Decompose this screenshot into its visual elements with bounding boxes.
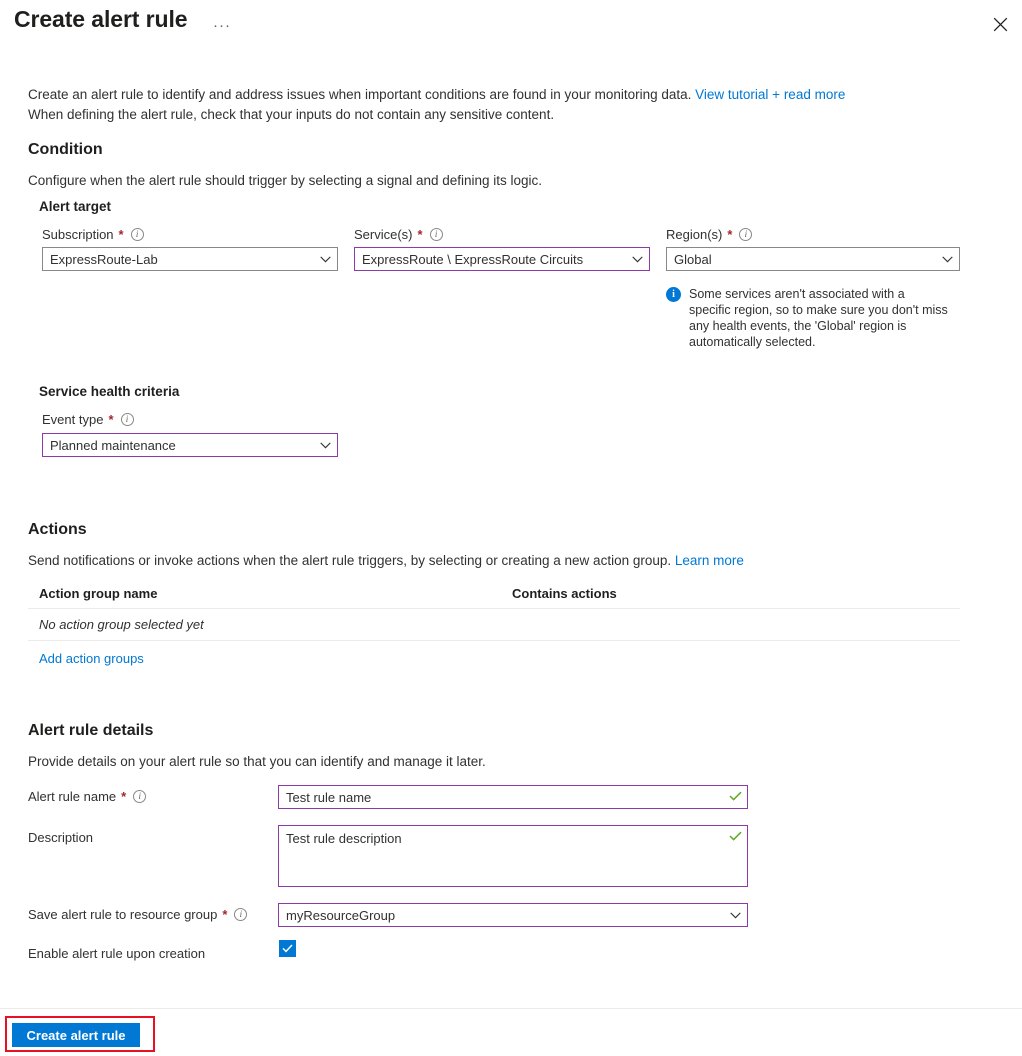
alert-rule-name-field: Test rule name [278, 785, 748, 809]
info-icon[interactable]: i [739, 228, 753, 241]
subscription-field: Subscription * i ExpressRoute-Lab [42, 227, 338, 271]
description-field: Test rule description [278, 825, 748, 887]
create-alert-rule-blade: Create alert rule ··· Create an alert ru… [0, 0, 1022, 1056]
chevron-down-icon [632, 256, 643, 263]
resource-group-dropdown[interactable]: myResourceGroup [278, 903, 748, 927]
regions-label: Region(s) * i [666, 227, 960, 242]
chevron-down-icon [942, 256, 953, 263]
services-value: ExpressRoute \ ExpressRoute Circuits [362, 251, 584, 267]
intro-text: Create an alert rule to identify and add… [28, 85, 988, 125]
resource-group-field: myResourceGroup [278, 903, 748, 927]
subscription-value: ExpressRoute-Lab [50, 251, 158, 267]
table-row: No action group selected yet [28, 608, 960, 641]
regions-field: Region(s) * i Global [666, 227, 960, 271]
page-title: Create alert rule [14, 6, 188, 32]
enable-alert-rule-label: Enable alert rule upon creation [28, 946, 206, 961]
required-asterisk: * [108, 412, 114, 427]
alert-rule-name-input[interactable]: Test rule name [278, 785, 748, 809]
subscription-label: Subscription * i [42, 227, 338, 242]
subscription-dropdown[interactable]: ExpressRoute-Lab [42, 247, 338, 271]
info-icon[interactable]: i [120, 413, 134, 426]
enable-alert-rule-checkbox[interactable] [279, 940, 296, 957]
blade-footer: Create alert rule [0, 1008, 1022, 1056]
blade-header: Create alert rule ··· [0, 0, 1022, 48]
table-header-row: Action group name Contains actions [28, 586, 960, 608]
alert-rule-details-heading: Alert rule details [28, 722, 154, 739]
chevron-down-icon [320, 442, 331, 449]
action-groups-table: Action group name Contains actions No ac… [28, 586, 960, 666]
condition-subtitle: Configure when the alert rule should tri… [28, 173, 543, 188]
info-circle-icon: i [666, 287, 681, 302]
region-info-callout: i Some services aren't associated with a… [666, 286, 948, 350]
check-icon [729, 831, 742, 841]
regions-value: Global [674, 251, 712, 267]
services-dropdown[interactable]: ExpressRoute \ ExpressRoute Circuits [354, 247, 650, 271]
alert-target-heading: Alert target [39, 199, 112, 214]
checkmark-icon [282, 944, 293, 953]
alert-rule-details-subtitle: Provide details on your alert rule so th… [28, 754, 486, 769]
info-icon[interactable]: i [133, 790, 147, 803]
column-header-contains-actions: Contains actions [512, 586, 617, 601]
learn-more-link[interactable]: Learn more [675, 553, 744, 568]
required-asterisk: * [417, 227, 423, 242]
chevron-down-icon [320, 256, 331, 263]
required-asterisk: * [222, 907, 228, 922]
column-header-action-group-name: Action group name [39, 586, 158, 601]
info-icon[interactable]: i [429, 228, 443, 241]
intro-line2: When defining the alert rule, check that… [28, 107, 555, 122]
intro-line1: Create an alert rule to identify and add… [28, 87, 696, 102]
condition-heading: Condition [28, 141, 103, 158]
resource-group-value: myResourceGroup [286, 907, 396, 923]
resource-group-label: Save alert rule to resource group * i [28, 907, 248, 922]
required-asterisk: * [727, 227, 733, 242]
create-alert-rule-button[interactable]: Create alert rule [12, 1023, 140, 1047]
actions-heading: Actions [28, 521, 87, 538]
description-label: Description [28, 830, 94, 845]
info-icon[interactable]: i [130, 228, 144, 241]
alert-rule-name-label: Alert rule name * i [28, 789, 147, 804]
description-textarea[interactable]: Test rule description [278, 825, 748, 887]
services-label: Service(s) * i [354, 227, 650, 242]
actions-subtitle-text: Send notifications or invoke actions whe… [28, 553, 675, 568]
close-icon [993, 17, 1008, 32]
event-type-label: Event type * i [42, 412, 338, 427]
info-icon[interactable]: i [234, 908, 248, 921]
add-action-groups-link[interactable]: Add action groups [39, 651, 960, 666]
event-type-dropdown[interactable]: Planned maintenance [42, 433, 338, 457]
chevron-down-icon [730, 912, 741, 919]
close-button[interactable] [984, 8, 1016, 40]
description-value: Test rule description [286, 831, 402, 846]
view-tutorial-link[interactable]: View tutorial + read more [695, 87, 845, 102]
event-type-value: Planned maintenance [50, 437, 176, 453]
regions-dropdown[interactable]: Global [666, 247, 960, 271]
event-type-field: Event type * i Planned maintenance [42, 412, 338, 457]
services-field: Service(s) * i ExpressRoute \ ExpressRou… [354, 227, 650, 271]
check-icon [729, 791, 742, 801]
required-asterisk: * [118, 227, 124, 242]
actions-subtitle: Send notifications or invoke actions whe… [28, 552, 968, 570]
empty-state-text: No action group selected yet [39, 617, 204, 632]
region-info-text: Some services aren't associated with a s… [689, 287, 948, 349]
required-asterisk: * [121, 789, 127, 804]
alert-rule-name-value: Test rule name [286, 789, 372, 805]
service-health-criteria-heading: Service health criteria [39, 384, 180, 399]
ellipsis-icon[interactable]: ··· [210, 14, 234, 36]
